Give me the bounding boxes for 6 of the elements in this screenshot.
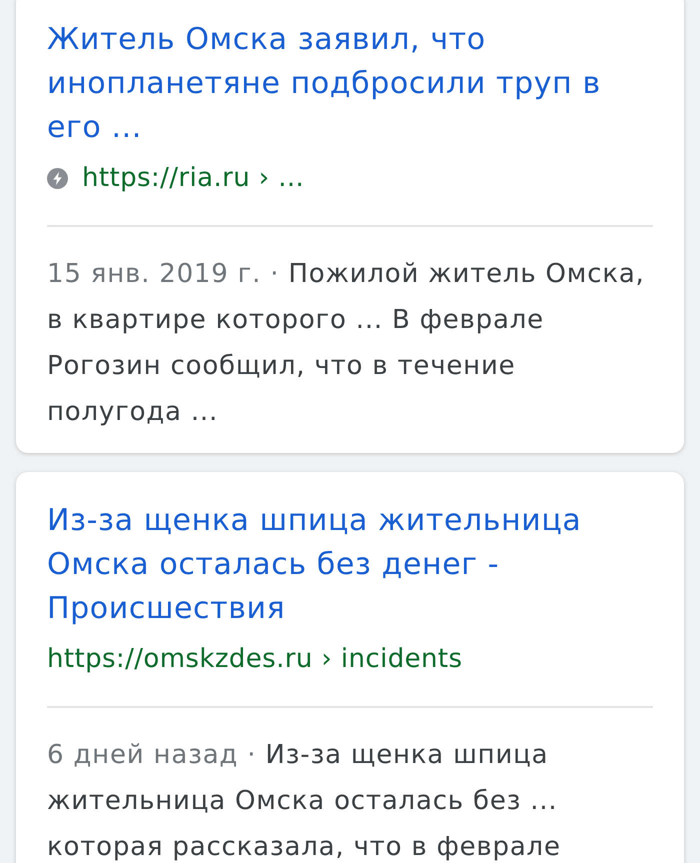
result-snippet: 6 дней назад · Из-за щенка шпица жительница Омска осталась без ... которая рассказала, что в феврале xyxy=(47,739,562,863)
result-url: https://omskzdes.ru › incidents xyxy=(47,643,462,676)
result-snippet: 15 янв. 2019 г. · Пожилой житель Омска, в квартире которого ... В феврале Рогозин сообщил, что в течение полугода ... xyxy=(47,258,646,429)
result-title-link[interactable]: Из-за щенка шпица жительница Омска осталась без денег - Происшествия xyxy=(47,499,653,631)
result-title-link[interactable]: Житель Омска заявил, что инопланетяне подбросили труп в его ... xyxy=(47,18,653,150)
result-url: https://ria.ru › ... xyxy=(82,162,304,195)
